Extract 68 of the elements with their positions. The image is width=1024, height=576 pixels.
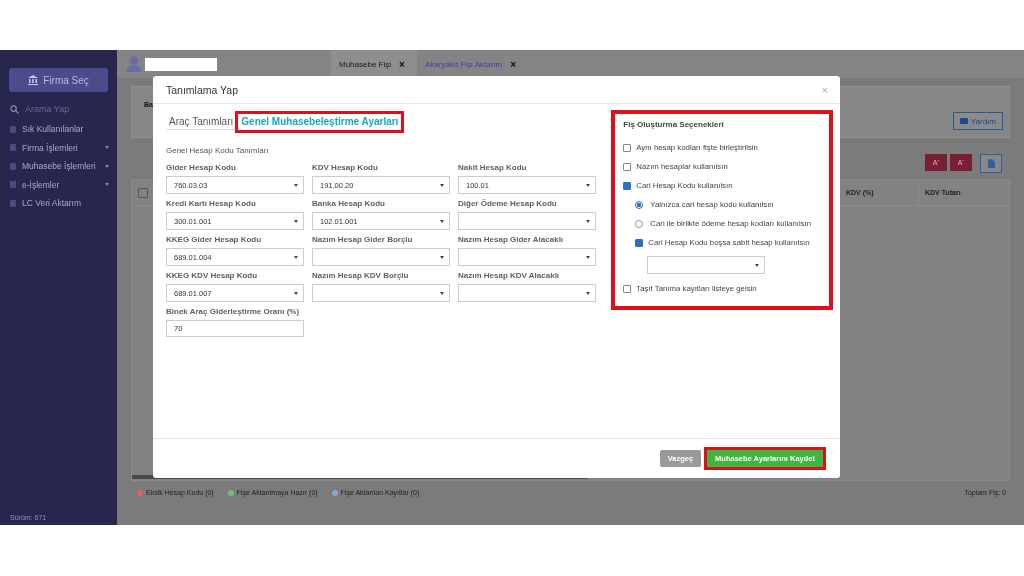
checkbox[interactable]	[635, 238, 644, 247]
checkbox[interactable]	[138, 187, 148, 198]
field-label: Nazım Hesap KDV Alacaklı	[458, 271, 561, 280]
user-name-box	[145, 57, 217, 71]
radio-button[interactable]	[635, 200, 644, 209]
dropdown-arrow-icon	[586, 183, 590, 187]
select-field[interactable]	[312, 248, 450, 266]
menu-item-icon	[10, 125, 16, 133]
caret-icon	[105, 164, 109, 168]
field-label: Gider Hesap Kodu	[166, 163, 237, 172]
dropdown-arrow-icon	[294, 255, 298, 259]
bank-icon	[28, 75, 39, 85]
radio-button[interactable]	[635, 219, 644, 228]
user-avatar-icon	[127, 56, 141, 72]
sidebar-item[interactable]: LC Veri Aktarım	[0, 194, 117, 213]
checkbox[interactable]	[623, 143, 632, 152]
select-field[interactable]	[458, 212, 596, 230]
field-label: Nazım Hesap KDV Borçlu	[312, 271, 410, 280]
section-title: Fiş Oluşturma Seçenekleri	[623, 120, 725, 129]
dropdown-arrow-icon	[755, 263, 760, 267]
menu-item-icon	[10, 144, 16, 152]
sidebar-item[interactable]: Muhasebe İşlemleri	[0, 157, 117, 176]
sidebar-item[interactable]: e-İşlemler	[0, 175, 117, 194]
field-label: Diğer Ödeme Hesap Kodu	[458, 199, 558, 208]
sidebar-item[interactable]: Sık Kullanılanlar	[0, 120, 117, 139]
field-label: Kredi Kartı Hesap Kodu	[166, 199, 257, 208]
field-label: Banka Hesap Kodu	[312, 199, 386, 208]
video-icon	[959, 118, 968, 124]
caret-icon	[105, 183, 109, 187]
caret-icon	[105, 146, 109, 150]
dropdown-arrow-icon	[294, 183, 298, 187]
document-icon	[987, 159, 995, 168]
field-label: KDV Hesap Kodu	[312, 163, 379, 172]
field-label: KKEG KDV Hesap Kodu	[166, 271, 259, 280]
select-field[interactable]	[647, 256, 766, 274]
field-label: Nakit Hesap Kodu	[458, 163, 528, 172]
dialog-tab[interactable]: Araç Tanımları	[166, 114, 237, 130]
select-field[interactable]	[458, 248, 596, 266]
sidebar-item[interactable]: Firma İşlemleri	[0, 138, 117, 157]
dropdown-arrow-icon	[294, 219, 298, 223]
search-icon	[10, 104, 19, 114]
dropdown-arrow-icon	[294, 291, 298, 295]
select-field[interactable]	[458, 284, 596, 302]
checkbox[interactable]	[623, 181, 632, 190]
page-tab[interactable]: Akaryakıt Fişi Aktarım ×	[416, 50, 529, 78]
dropdown-arrow-icon	[586, 219, 590, 223]
menu-item-icon	[10, 162, 16, 170]
dropdown-arrow-icon	[440, 291, 444, 295]
menu-item-icon	[10, 181, 16, 189]
checkbox[interactable]	[623, 284, 632, 293]
dropdown-arrow-icon	[440, 219, 444, 223]
field-label: Nazım Hesap Gider Borçlu	[312, 235, 414, 244]
checkbox[interactable]	[623, 162, 632, 171]
field-label: Binek Araç Giderleştirme Oranı (%)	[166, 307, 301, 316]
dropdown-arrow-icon	[586, 255, 590, 259]
company-select-button[interactable]: Firma Seç	[9, 68, 108, 92]
dropdown-arrow-icon	[440, 255, 444, 259]
select-field[interactable]	[312, 284, 450, 302]
dropdown-arrow-icon	[586, 291, 590, 295]
menu-item-icon	[10, 199, 16, 207]
field-label: Nazım Hesap Gider Alacaklı	[458, 235, 565, 244]
section-title: Genel Hesap Kodu Tanımları	[166, 146, 270, 155]
dialog-title: Tanımlama Yap	[166, 83, 238, 96]
field-label: KKEG Gider Hesap Kodu	[166, 235, 263, 244]
dropdown-arrow-icon	[440, 183, 444, 187]
page-tab[interactable]: Muhasebe Fişi ×	[331, 50, 417, 78]
document-button[interactable]	[980, 154, 1002, 173]
search-field[interactable]: Arama Yap	[10, 104, 107, 114]
